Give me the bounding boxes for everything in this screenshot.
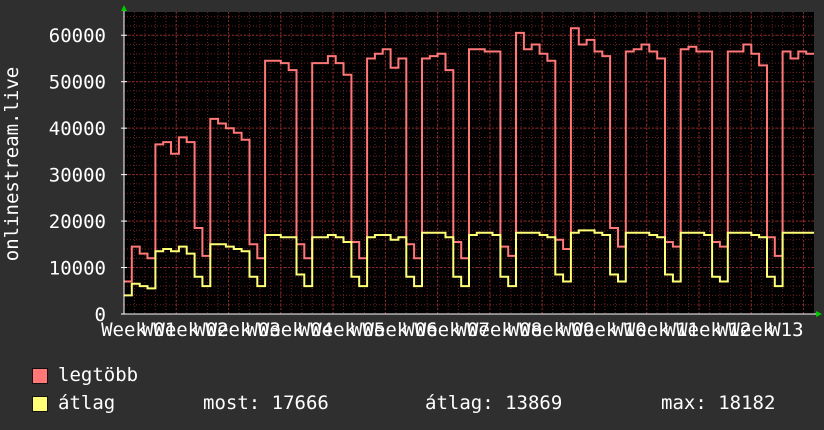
x-tick-label: Week (572, 319, 618, 341)
x-tick-label: Week (362, 319, 408, 341)
max-series-swatch (32, 368, 48, 384)
avg-series-swatch (32, 396, 48, 412)
x-tick-label: Week (519, 319, 565, 341)
y-tick-label: 40000 (49, 118, 106, 140)
x-tick-label: Week (101, 319, 147, 341)
y-tick-label: 50000 (49, 72, 106, 94)
y-axis-arrow (121, 5, 127, 11)
stat-current: most: 17666 (203, 392, 329, 414)
y-tick-label: 20000 (49, 211, 106, 233)
y-tick-label: 30000 (49, 165, 106, 187)
stat-average: átlag: 13869 (425, 392, 563, 414)
x-tick-label: Week (310, 319, 356, 341)
x-tick-label: Week (467, 319, 513, 341)
x-tick-label: W13 (769, 319, 803, 341)
x-tick-label: Week (415, 319, 461, 341)
y-tick-label: 10000 (49, 258, 106, 280)
x-tick-label: Week (206, 319, 252, 341)
y-axis-label: onlinestream.live (1, 67, 23, 261)
x-axis-arrow (816, 311, 822, 317)
x-tick-label: Week (624, 319, 670, 341)
y-tick-label: 60000 (49, 25, 106, 47)
max-series-label: legtöbb (58, 364, 139, 386)
x-tick-label: Week (258, 319, 304, 341)
avg-series-label: átlag (58, 392, 116, 414)
x-tick-label: Week (728, 319, 774, 341)
x-tick-label: Week (153, 319, 199, 341)
stat-maximum: max: 18182 (661, 392, 776, 414)
x-tick-label: Week (676, 319, 722, 341)
